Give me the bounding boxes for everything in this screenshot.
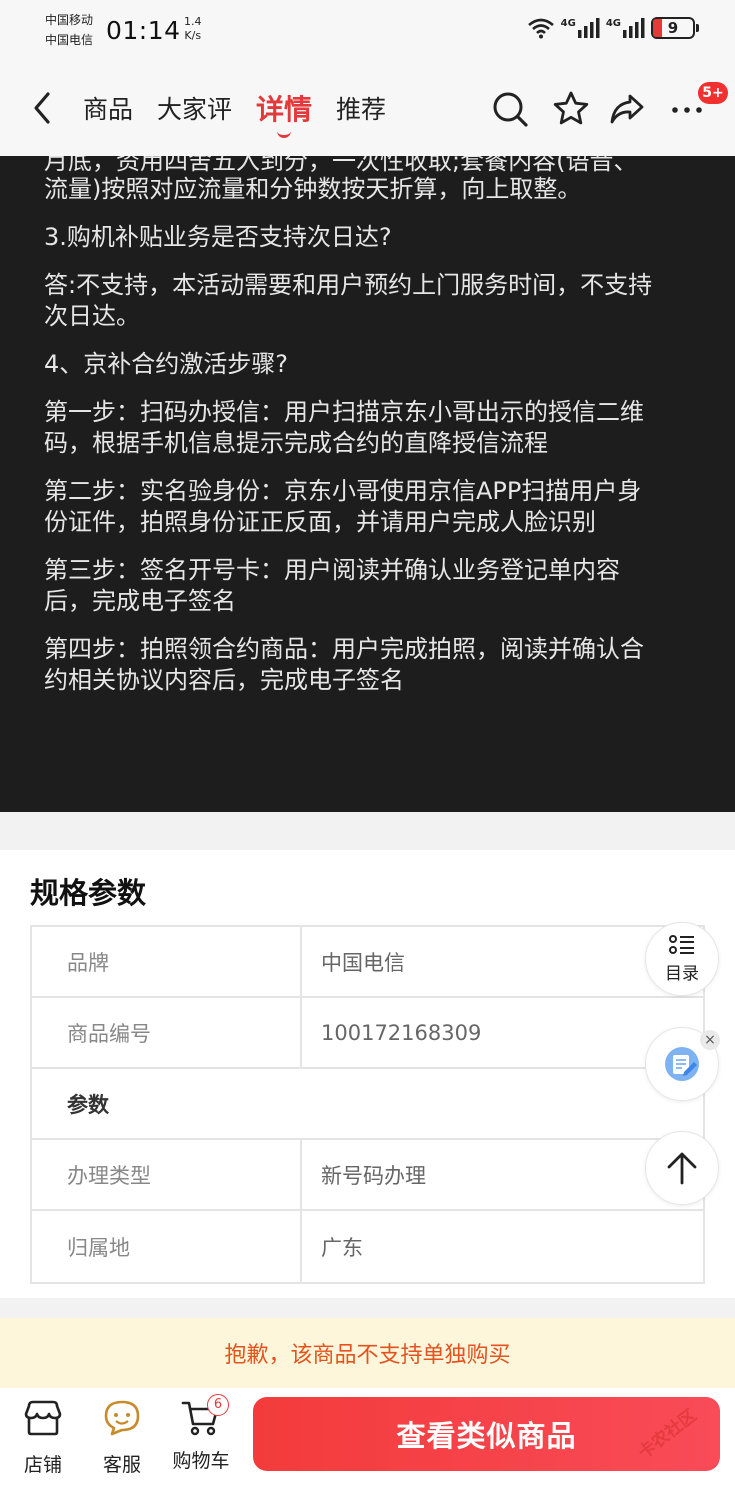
service-label: 客服 [102, 1454, 141, 1476]
battery-level: 9 [667, 19, 679, 37]
detail-text-line: 第三步：签名开号卡：用户阅读并确认业务登记单内容 [44, 556, 620, 584]
cart-label: 购物车 [172, 1450, 230, 1472]
customer-service-button[interactable]: 客服 [90, 1398, 154, 1477]
spec-row: 品牌 中国电信 [32, 927, 703, 998]
back-arrow-icon[interactable] [28, 88, 56, 128]
detail-text-line: 第二步：实名验身份：京东小哥使用京信APP扫描用户身 [44, 477, 642, 505]
speed-unit: K/s [184, 29, 202, 42]
section-divider [0, 1298, 735, 1318]
tab-product[interactable]: 商品 [83, 90, 133, 130]
list-icon [669, 934, 694, 954]
spec-value: 新号码办理 [321, 1163, 426, 1188]
spec-key: 归属地 [32, 1211, 302, 1282]
search-icon[interactable] [491, 90, 529, 128]
customer-service-icon [104, 1400, 140, 1436]
network-type-2: 4G [605, 18, 621, 29]
tab-reviews[interactable]: 大家评 [157, 90, 232, 130]
detail-text-line: 4、京补合约激活步骤? [44, 350, 289, 378]
spec-group-label: 参数 [67, 1092, 109, 1117]
spec-key: 商品编号 [32, 998, 302, 1067]
clock: 01:14 [106, 16, 181, 45]
spec-group-spacer [302, 1069, 703, 1138]
spec-title: 规格参数 [30, 876, 147, 910]
network-type-1: 4G [560, 18, 576, 29]
shop-label: 店铺 [23, 1454, 62, 1476]
speed-value: 1.4 [184, 15, 202, 28]
table-of-contents-button[interactable]: 目录 [645, 922, 719, 996]
nav-tabs: 商品 大家评 详情 推荐 [83, 88, 386, 138]
carrier-info: 中国移动 中国电信 [45, 10, 93, 50]
detail-text-line: 约相关协议内容后，完成电子签名 [44, 666, 404, 694]
back-to-top-button[interactable] [645, 1131, 719, 1205]
detail-text-line: 3.购机补贴业务是否支持次日达? [44, 223, 392, 251]
product-nav-bar: 商品 大家评 详情 推荐 5+ [0, 62, 735, 156]
detail-text-line: 次日达。 [44, 302, 140, 330]
more-badge: 5+ [698, 82, 728, 104]
status-icons: 4G 4G 9 [527, 17, 699, 39]
spec-group-row: 参数 [32, 1069, 703, 1140]
spec-row: 归属地 广东 [32, 1211, 703, 1282]
spec-value: 广东 [321, 1235, 363, 1260]
share-icon[interactable] [608, 90, 646, 128]
spec-row: 商品编号 100172168309 [32, 998, 703, 1069]
cart-button[interactable]: 6 购物车 [169, 1394, 233, 1473]
spec-value: 100172168309 [321, 1020, 482, 1045]
detail-text-line: 月底，资用四舍五入到分，一次性收取;套餐内容(语音、 [44, 156, 638, 175]
signal-bars-icon [577, 18, 600, 38]
tab-recommend[interactable]: 推荐 [336, 90, 386, 130]
purchase-notice: 抱歉，该商品不支持单独购买 [0, 1318, 735, 1388]
status-bar: 中国移动 中国电信 01:14 1.4 K/s 4G 4G 9 [0, 0, 735, 62]
cart-icon-wrap: 6 [181, 1394, 229, 1438]
edit-note-icon [665, 1047, 699, 1081]
signal-1: 4G [561, 18, 600, 38]
signal-bars-icon [623, 18, 645, 38]
detail-image: 月底，资用四舍五入到分，一次性收取;套餐内容(语音、 流量)按照对应流量和分钟数… [0, 156, 735, 812]
tab-details[interactable]: 详情 [256, 88, 312, 138]
spec-table: 品牌 中国电信 商品编号 100172168309 参数 办理类型 新号码办理 … [30, 925, 705, 1284]
shop-button[interactable]: 店铺 [11, 1398, 75, 1477]
detail-text-line: 码，根据手机信息提示完成合约的直降授信流程 [44, 429, 548, 457]
carrier-1: 中国移动 [45, 13, 94, 27]
cart-count-badge: 6 [207, 1394, 229, 1416]
spec-value: 中国电信 [321, 950, 405, 975]
shop-icon [24, 1400, 62, 1436]
spec-key: 办理类型 [32, 1140, 302, 1209]
detail-text-line: 份证件，拍照身份证正反面，并请用户完成人脸识别 [44, 508, 596, 536]
detail-text-line: 第一步：扫码办授信：用户扫描京东小哥出示的授信二维 [44, 398, 644, 426]
network-speed: 1.4 K/s [184, 15, 202, 43]
detail-text-line: 后，完成电子签名 [44, 587, 236, 615]
detail-text-line: 流量)按照对应流量和分钟数按天折算，向上取整。 [44, 175, 582, 203]
bottom-action-bar: 店铺 客服 6 购物车 查看类似商品 [0, 1388, 735, 1500]
spec-row: 办理类型 新号码办理 [32, 1140, 703, 1211]
toc-label: 目录 [665, 963, 699, 984]
detail-text-line: 答:不支持，本活动需要和用户预约上门服务时间，不支持 [44, 271, 653, 299]
close-icon[interactable]: × [700, 1030, 720, 1050]
spec-section: 规格参数 品牌 中国电信 商品编号 100172168309 参数 办理类型 新… [0, 850, 735, 1298]
spec-key: 品牌 [32, 927, 302, 996]
carrier-2: 中国电信 [45, 33, 94, 47]
wifi-icon [527, 18, 554, 39]
battery-icon: 9 [651, 17, 699, 39]
section-divider [0, 812, 735, 850]
detail-text-line: 第四步：拍照领合约商品：用户完成拍照，阅读并确认合 [44, 635, 644, 663]
arrow-up-icon [667, 1152, 697, 1185]
signal-2: 4G [606, 18, 645, 38]
favorite-star-icon[interactable] [552, 90, 590, 128]
